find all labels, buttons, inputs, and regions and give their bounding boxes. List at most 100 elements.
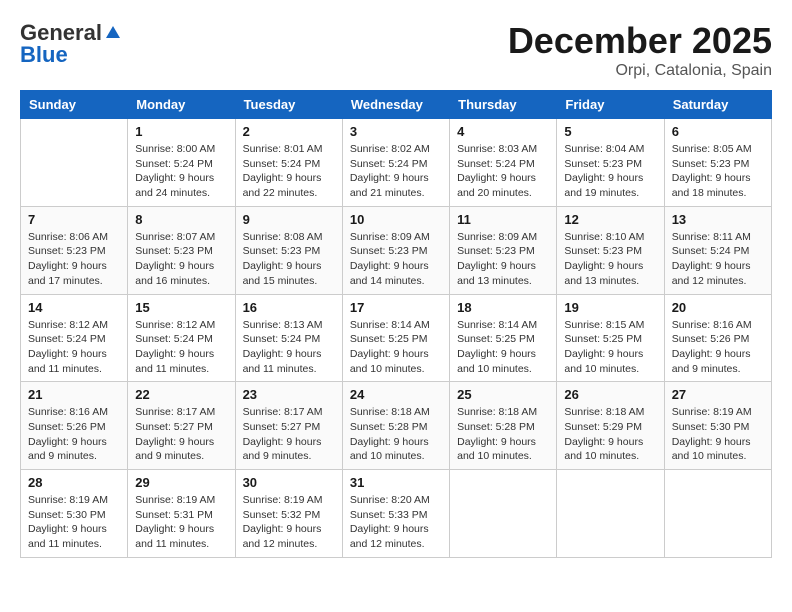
calendar-cell: 11 Sunrise: 8:09 AM Sunset: 5:23 PM Dayli…	[450, 206, 557, 294]
calendar-cell: 16 Sunrise: 8:13 AM Sunset: 5:24 PM Dayli…	[235, 294, 342, 382]
day-info: Sunrise: 8:13 AM Sunset: 5:24 PM Dayligh…	[243, 318, 335, 377]
day-info: Sunrise: 8:19 AM Sunset: 5:30 PM Dayligh…	[672, 405, 764, 464]
column-header-thursday: Thursday	[450, 91, 557, 119]
day-info: Sunrise: 8:09 AM Sunset: 5:23 PM Dayligh…	[457, 230, 549, 289]
calendar-cell: 14 Sunrise: 8:12 AM Sunset: 5:24 PM Dayli…	[21, 294, 128, 382]
day-info: Sunrise: 8:18 AM Sunset: 5:28 PM Dayligh…	[457, 405, 549, 464]
day-number: 16	[243, 300, 335, 315]
calendar-cell	[664, 470, 771, 558]
column-header-friday: Friday	[557, 91, 664, 119]
day-info: Sunrise: 8:19 AM Sunset: 5:31 PM Dayligh…	[135, 493, 227, 552]
day-info: Sunrise: 8:17 AM Sunset: 5:27 PM Dayligh…	[135, 405, 227, 464]
day-number: 23	[243, 387, 335, 402]
calendar-cell: 5 Sunrise: 8:04 AM Sunset: 5:23 PM Daylig…	[557, 119, 664, 207]
day-number: 5	[564, 124, 656, 139]
calendar-cell: 31 Sunrise: 8:20 AM Sunset: 5:33 PM Dayli…	[342, 470, 449, 558]
day-info: Sunrise: 8:16 AM Sunset: 5:26 PM Dayligh…	[28, 405, 120, 464]
day-info: Sunrise: 8:08 AM Sunset: 5:23 PM Dayligh…	[243, 230, 335, 289]
calendar-cell: 20 Sunrise: 8:16 AM Sunset: 5:26 PM Dayli…	[664, 294, 771, 382]
day-info: Sunrise: 8:06 AM Sunset: 5:23 PM Dayligh…	[28, 230, 120, 289]
calendar-cell: 21Sunrise: 8:16 AM Sunset: 5:26 PM Dayli…	[21, 382, 128, 470]
day-number: 1	[135, 124, 227, 139]
day-number: 30	[243, 475, 335, 490]
calendar-cell: 10 Sunrise: 8:09 AM Sunset: 5:23 PM Dayli…	[342, 206, 449, 294]
day-info: Sunrise: 8:20 AM Sunset: 5:33 PM Dayligh…	[350, 493, 442, 552]
calendar-cell: 12Sunrise: 8:10 AM Sunset: 5:23 PM Dayli…	[557, 206, 664, 294]
calendar-cell: 22 Sunrise: 8:17 AM Sunset: 5:27 PM Dayli…	[128, 382, 235, 470]
calendar-cell: 30Sunrise: 8:19 AM Sunset: 5:32 PM Dayli…	[235, 470, 342, 558]
day-info: Sunrise: 8:01 AM Sunset: 5:24 PM Dayligh…	[243, 142, 335, 201]
calendar-cell: 15Sunrise: 8:12 AM Sunset: 5:24 PM Dayli…	[128, 294, 235, 382]
day-info: Sunrise: 8:12 AM Sunset: 5:24 PM Dayligh…	[28, 318, 120, 377]
calendar-cell	[557, 470, 664, 558]
day-number: 28	[28, 475, 120, 490]
calendar-cell: 6Sunrise: 8:05 AM Sunset: 5:23 PM Daylig…	[664, 119, 771, 207]
day-info: Sunrise: 8:09 AM Sunset: 5:23 PM Dayligh…	[350, 230, 442, 289]
day-number: 14	[28, 300, 120, 315]
day-number: 25	[457, 387, 549, 402]
calendar-cell	[21, 119, 128, 207]
day-info: Sunrise: 8:17 AM Sunset: 5:27 PM Dayligh…	[243, 405, 335, 464]
calendar-cell: 29 Sunrise: 8:19 AM Sunset: 5:31 PM Dayli…	[128, 470, 235, 558]
day-info: Sunrise: 8:14 AM Sunset: 5:25 PM Dayligh…	[350, 318, 442, 377]
day-number: 20	[672, 300, 764, 315]
calendar-cell: 27 Sunrise: 8:19 AM Sunset: 5:30 PM Dayli…	[664, 382, 771, 470]
calendar-cell	[450, 470, 557, 558]
day-number: 11	[457, 212, 549, 227]
column-header-saturday: Saturday	[664, 91, 771, 119]
page-header: General Blue December 2025 Orpi, Catalon…	[20, 20, 772, 80]
day-number: 19	[564, 300, 656, 315]
day-number: 17	[350, 300, 442, 315]
calendar-cell: 8 Sunrise: 8:07 AM Sunset: 5:23 PM Daylig…	[128, 206, 235, 294]
day-info: Sunrise: 8:04 AM Sunset: 5:23 PM Dayligh…	[564, 142, 656, 201]
calendar-week-row: 14 Sunrise: 8:12 AM Sunset: 5:24 PM Dayli…	[21, 294, 772, 382]
day-number: 13	[672, 212, 764, 227]
calendar-cell: 26 Sunrise: 8:18 AM Sunset: 5:29 PM Dayli…	[557, 382, 664, 470]
day-number: 27	[672, 387, 764, 402]
calendar-cell: 9Sunrise: 8:08 AM Sunset: 5:23 PM Daylig…	[235, 206, 342, 294]
calendar-week-row: 1Sunrise: 8:00 AM Sunset: 5:24 PM Daylig…	[21, 119, 772, 207]
calendar-cell: 23 Sunrise: 8:17 AM Sunset: 5:27 PM Dayli…	[235, 382, 342, 470]
calendar-cell: 25 Sunrise: 8:18 AM Sunset: 5:28 PM Dayli…	[450, 382, 557, 470]
column-header-sunday: Sunday	[21, 91, 128, 119]
day-number: 7	[28, 212, 120, 227]
day-info: Sunrise: 8:02 AM Sunset: 5:24 PM Dayligh…	[350, 142, 442, 201]
day-number: 22	[135, 387, 227, 402]
day-info: Sunrise: 8:10 AM Sunset: 5:23 PM Dayligh…	[564, 230, 656, 289]
calendar-cell: 2 Sunrise: 8:01 AM Sunset: 5:24 PM Daylig…	[235, 119, 342, 207]
logo-blue-text: Blue	[20, 42, 68, 68]
calendar-cell: 3 Sunrise: 8:02 AM Sunset: 5:24 PM Daylig…	[342, 119, 449, 207]
day-info: Sunrise: 8:07 AM Sunset: 5:23 PM Dayligh…	[135, 230, 227, 289]
day-number: 4	[457, 124, 549, 139]
day-info: Sunrise: 8:03 AM Sunset: 5:24 PM Dayligh…	[457, 142, 549, 201]
day-info: Sunrise: 8:14 AM Sunset: 5:25 PM Dayligh…	[457, 318, 549, 377]
day-info: Sunrise: 8:16 AM Sunset: 5:26 PM Dayligh…	[672, 318, 764, 377]
day-number: 24	[350, 387, 442, 402]
day-number: 10	[350, 212, 442, 227]
day-info: Sunrise: 8:18 AM Sunset: 5:29 PM Dayligh…	[564, 405, 656, 464]
day-info: Sunrise: 8:15 AM Sunset: 5:25 PM Dayligh…	[564, 318, 656, 377]
calendar-table: SundayMondayTuesdayWednesdayThursdayFrid…	[20, 90, 772, 558]
calendar-cell: 18 Sunrise: 8:14 AM Sunset: 5:25 PM Dayli…	[450, 294, 557, 382]
calendar-cell: 19 Sunrise: 8:15 AM Sunset: 5:25 PM Dayli…	[557, 294, 664, 382]
column-header-tuesday: Tuesday	[235, 91, 342, 119]
day-number: 29	[135, 475, 227, 490]
day-number: 3	[350, 124, 442, 139]
day-number: 31	[350, 475, 442, 490]
day-info: Sunrise: 8:18 AM Sunset: 5:28 PM Dayligh…	[350, 405, 442, 464]
day-number: 8	[135, 212, 227, 227]
day-info: Sunrise: 8:12 AM Sunset: 5:24 PM Dayligh…	[135, 318, 227, 377]
day-number: 2	[243, 124, 335, 139]
calendar-cell: 13 Sunrise: 8:11 AM Sunset: 5:24 PM Dayli…	[664, 206, 771, 294]
calendar-week-row: 28 Sunrise: 8:19 AM Sunset: 5:30 PM Dayli…	[21, 470, 772, 558]
calendar-week-row: 7 Sunrise: 8:06 AM Sunset: 5:23 PM Daylig…	[21, 206, 772, 294]
calendar-cell: 4 Sunrise: 8:03 AM Sunset: 5:24 PM Daylig…	[450, 119, 557, 207]
day-number: 18	[457, 300, 549, 315]
location: Orpi, Catalonia, Spain	[508, 62, 772, 80]
calendar-cell: 28 Sunrise: 8:19 AM Sunset: 5:30 PM Dayli…	[21, 470, 128, 558]
day-info: Sunrise: 8:11 AM Sunset: 5:24 PM Dayligh…	[672, 230, 764, 289]
day-info: Sunrise: 8:05 AM Sunset: 5:23 PM Dayligh…	[672, 142, 764, 201]
day-number: 26	[564, 387, 656, 402]
calendar-week-row: 21Sunrise: 8:16 AM Sunset: 5:26 PM Dayli…	[21, 382, 772, 470]
day-info: Sunrise: 8:19 AM Sunset: 5:30 PM Dayligh…	[28, 493, 120, 552]
